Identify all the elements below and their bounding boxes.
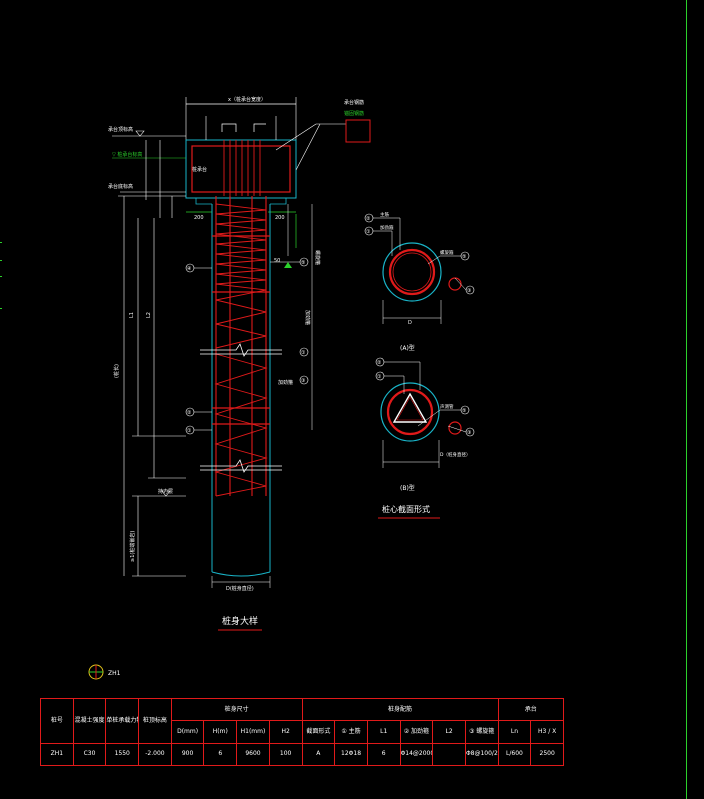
marker-1: ① <box>187 428 192 434</box>
section-a: ② ① ⑤ ③ 主筋 加劲箍 螺旋箍 D (A)型 <box>364 211 475 352</box>
frame-tick <box>0 276 2 277</box>
sec-a-marker-5: ⑤ <box>462 254 466 260</box>
table-cell <box>432 742 466 767</box>
sec-a-marker-3: ③ <box>467 288 471 294</box>
sec-a-label-spiral: 螺旋箍 <box>440 249 454 256</box>
table-header-cell: 桩顶标高 <box>138 698 172 744</box>
sec-b-marker-2: ② <box>377 360 382 366</box>
section-b-label: (B)型 <box>400 484 415 492</box>
table-header-cell: Ln <box>497 720 532 744</box>
table-cell: Φ8@100/200 <box>464 742 499 767</box>
spiral-stirrup-bottom <box>214 353 268 497</box>
table-cell: A <box>301 742 336 767</box>
marker-5: ⑤ <box>301 260 305 266</box>
green-marker <box>284 262 292 268</box>
table-cell: C30 <box>72 742 107 767</box>
cap-note: 承台钢筋 <box>344 99 364 106</box>
sec-b-marker-3: ③ <box>467 430 471 436</box>
table-cell: 1550 <box>105 742 140 767</box>
spiral-stirrup-top <box>215 203 267 349</box>
table-cell: 100 <box>268 742 303 767</box>
table-header-cell: ② 加劲箍 <box>399 720 434 744</box>
rock-depth-label: ≥1(桩端嵌岩) <box>129 531 136 562</box>
sec-a-marker-1: ① <box>366 229 371 235</box>
rock-label: 持力层 <box>158 488 173 495</box>
table-header-cell: 截面形式 <box>301 720 336 744</box>
table-cell: L/600 <box>497 742 532 767</box>
table-header-cell: 混凝土强度 <box>72 698 107 744</box>
elevation-label: 承台顶标高 <box>108 126 133 133</box>
cad-drawing-canvas: x（桩承台宽度） 承台钢筋 锚固钢筋 承台顶标高 ▽ 桩承台标高 桩承台 承台底 <box>88 96 475 680</box>
frame-tick <box>0 308 2 309</box>
length-label-2: L2 <box>146 312 152 318</box>
sec-a-label-stiff: 加劲箍 <box>380 224 394 231</box>
dim-50: 50 <box>274 258 280 264</box>
table-cell: 9600 <box>236 742 270 767</box>
pile-elevation-detail: x（桩承台宽度） 承台钢筋 锚固钢筋 承台顶标高 ▽ 桩承台标高 桩承台 承台底 <box>108 96 371 631</box>
marker-2: ② <box>187 410 192 416</box>
cap-width-label: x（桩承台宽度） <box>228 96 266 103</box>
sec-b-marker-5: ⑤ <box>462 408 466 414</box>
table-header-cell: L1 <box>366 720 401 744</box>
sec-b-label-sound: 声测管 <box>440 403 454 410</box>
pile-schedule-table: 桩号 混凝土强度 单桩承载力特征值(kN) 桩顶标高 桩身尺寸 桩身配筋 承台 … <box>40 697 565 767</box>
section-title: 桩心截面形式 <box>382 504 430 514</box>
tip-label: D(桩身直径) <box>226 585 254 592</box>
marker-4: ④ <box>187 266 192 272</box>
section-a-label: (A)型 <box>400 344 415 352</box>
anchor-note: 锚固钢筋 <box>344 110 364 117</box>
sec-a-label-main: 主筋 <box>380 211 389 218</box>
cap-note-box <box>345 119 371 143</box>
pile-symbol: ZH1 <box>88 664 121 680</box>
table-header-cell: H1(mm) <box>236 720 270 744</box>
spiral-note: 螺旋箍 <box>314 250 321 265</box>
length-label-3: (桩长) <box>113 364 120 378</box>
table-header-cell: 桩身配筋 <box>301 697 499 722</box>
dim-200-left: 200 <box>194 215 204 221</box>
marker-3: ③ <box>301 378 305 384</box>
table-header-cell: 承台 <box>497 697 565 722</box>
table-header-cell: H(m) <box>203 720 238 744</box>
sec-b-marker-1: ① <box>377 374 382 380</box>
frame-tick <box>0 260 2 261</box>
pile-tip <box>211 571 271 577</box>
table-cell: Φ14@2000 <box>399 742 434 767</box>
table-cell: 6 <box>203 742 238 767</box>
table-header-cell: ① 主筋 <box>334 720 368 744</box>
table-row: ZH1 C30 1550 -2.000 900 6 9600 100 A 12Φ… <box>40 742 564 767</box>
table-header-cell: 单桩承载力特征值(kN) <box>105 698 140 744</box>
cap-bottom-label: 承台底标高 <box>108 183 133 190</box>
table-cell: 6 <box>366 742 401 767</box>
sec-b-d-label: D（桩身直径） <box>440 451 470 458</box>
table-cell: -2.000 <box>138 742 172 767</box>
table-cell: 12Φ18 <box>334 742 368 767</box>
length-label-1: L1 <box>129 312 135 318</box>
drawing-frame-border <box>686 0 687 799</box>
table-header-cell: H2 <box>268 720 303 744</box>
table-cell: ZH1 <box>40 742 74 767</box>
table-header-row-1: 桩号 混凝土强度 单桩承载力特征值(kN) 桩顶标高 桩身尺寸 桩身配筋 承台 <box>40 697 565 744</box>
table-header-cell: D(mm) <box>170 720 205 744</box>
sec-a-marker-2: ② <box>366 216 371 222</box>
table-cell: 900 <box>170 742 205 767</box>
cap-tag: 桩承台 <box>192 166 207 173</box>
table-header-cell: 桩身尺寸 <box>170 697 303 722</box>
elevation-tag: ▽ 桩承台标高 <box>112 151 142 158</box>
pile-symbol-label: ZH1 <box>108 670 121 677</box>
detail-title: 桩身大样 <box>222 615 258 627</box>
table-cell: 2500 <box>530 742 564 767</box>
stirrup-note: 加劲箍 <box>304 310 311 325</box>
frame-tick <box>0 242 2 243</box>
section-b: ② ① ⑤ ③ 声测管 D（桩身直径） (B)型 桩心截面形式 <box>375 357 475 519</box>
table-header-cell: 桩号 <box>40 698 74 744</box>
marker-1-right: ① <box>301 350 306 356</box>
stiffener-note: 加劲箍 <box>278 379 293 386</box>
dim-200-right: 200 <box>275 215 285 221</box>
table-header-cell: L2 <box>432 720 466 744</box>
table-header-cell: H3 / X <box>530 720 564 744</box>
sec-a-d-label: D <box>408 320 412 326</box>
table-header-cell: ③ 螺旋箍 <box>464 720 499 744</box>
